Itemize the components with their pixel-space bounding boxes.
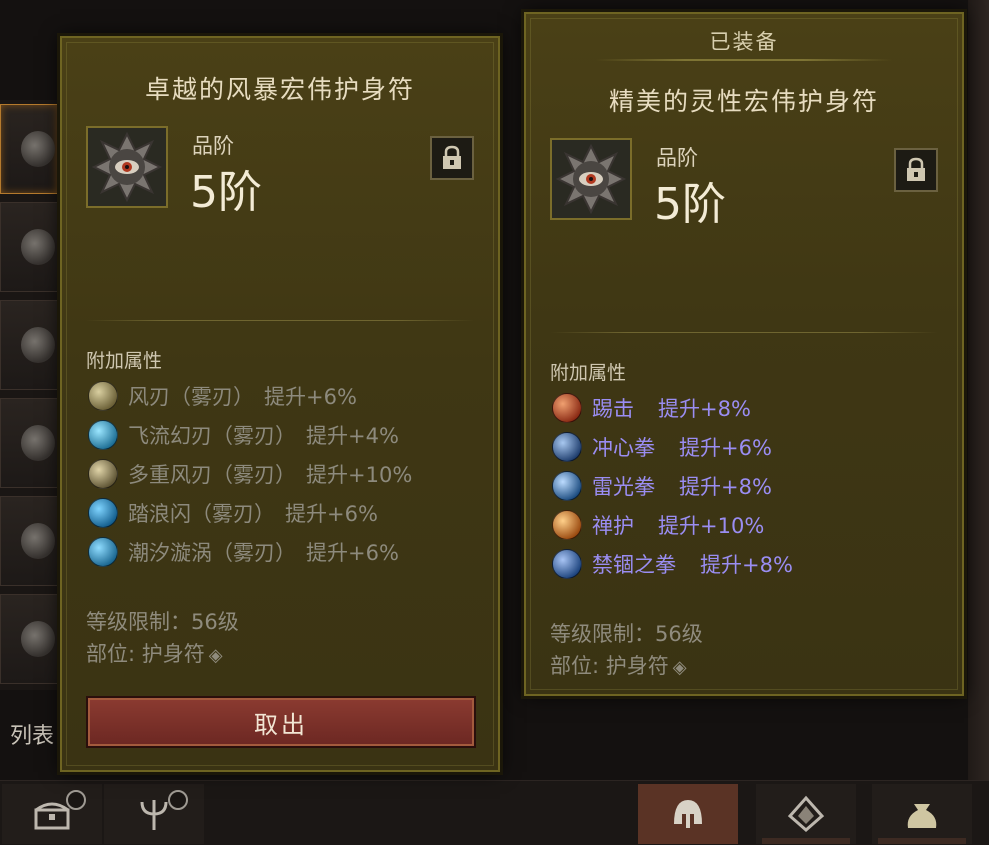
inventory-slot[interactable] bbox=[0, 202, 58, 292]
attribute-skill: 风刃（雾刃） bbox=[128, 384, 254, 409]
equipped-divider bbox=[596, 59, 892, 61]
item-tooltip-candidate: 卓越的风暴宏伟护身符 品阶 5阶 附加属性 风刃（雾刃） 提升+6% 飞流幻刃（雾… bbox=[60, 36, 500, 772]
item-thumbnail bbox=[21, 621, 55, 657]
attribute-row: 踢击 提升+8% bbox=[552, 388, 793, 427]
tab-helmet[interactable] bbox=[638, 784, 738, 844]
list-label: 列表 bbox=[10, 724, 55, 749]
wind-blade-icon bbox=[88, 380, 118, 411]
equipped-label: 已装备 bbox=[709, 30, 779, 54]
attribute-boost: 提升+8% bbox=[679, 474, 772, 499]
lock-icon bbox=[907, 157, 925, 181]
multi-wind-blade-icon bbox=[88, 458, 118, 489]
attribute-boost: 提升+4% bbox=[306, 423, 399, 448]
item-title: 卓越的风暴宏伟护身符 bbox=[144, 75, 415, 104]
attribute-row: 冲心拳 提升+6% bbox=[552, 427, 793, 466]
right-edge-frame bbox=[968, 0, 989, 844]
tab-trident[interactable] bbox=[104, 784, 204, 844]
tab-gem[interactable] bbox=[756, 784, 856, 844]
attribute-row: 禅护 提升+10% bbox=[552, 505, 793, 544]
attribute-skill: 潮汐漩涡（雾刃） bbox=[128, 540, 296, 565]
amulet-slot-icon: ◈ bbox=[208, 645, 223, 666]
attribute-boost: 提升+6% bbox=[264, 384, 357, 409]
attribute-skill: 多重风刃（雾刃） bbox=[128, 462, 296, 487]
inventory-slot[interactable] bbox=[0, 594, 58, 684]
amulet-icon bbox=[556, 144, 626, 214]
attribute-skill: 飞流幻刃（雾刃） bbox=[128, 423, 296, 448]
item-title: 精美的灵性宏伟护身符 bbox=[608, 87, 879, 116]
attribute-skill: 禁锢之拳 bbox=[592, 552, 676, 577]
gem-icon bbox=[787, 795, 825, 832]
bag-icon bbox=[907, 804, 937, 828]
attribute-row: 多重风刃（雾刃） 提升+10% bbox=[88, 454, 412, 493]
attribute-boost: 提升+10% bbox=[658, 513, 765, 538]
amulet-item-icon bbox=[86, 126, 168, 208]
item-thumbnail bbox=[21, 327, 55, 363]
lock-button[interactable] bbox=[894, 148, 938, 192]
attribute-skill: 雷光拳 bbox=[592, 474, 655, 499]
amulet-slot-icon: ◈ bbox=[672, 657, 687, 678]
attribute-row: 禁锢之拳 提升+8% bbox=[552, 544, 793, 583]
wave-dash-icon bbox=[88, 497, 118, 528]
attribute-skill: 踏浪闪（雾刃） bbox=[128, 501, 275, 526]
level-requirement: 等级限制：56级 bbox=[550, 622, 703, 646]
slot-text: 部位: 护身符 bbox=[86, 642, 205, 666]
attribute-boost: 提升+8% bbox=[700, 552, 793, 577]
amulet-item-icon bbox=[550, 138, 632, 220]
inventory-slot[interactable] bbox=[0, 300, 58, 390]
attribute-boost: 提升+6% bbox=[306, 540, 399, 565]
amulet-icon bbox=[92, 132, 162, 202]
attribute-boost: 提升+6% bbox=[679, 435, 772, 460]
tab-chest[interactable] bbox=[2, 784, 102, 844]
attribute-row: 飞流幻刃（雾刃） 提升+4% bbox=[88, 415, 412, 454]
attribute-row: 风刃（雾刃） 提升+6% bbox=[88, 376, 412, 415]
attribute-skill: 冲心拳 bbox=[592, 435, 655, 460]
attribute-boost: 提升+8% bbox=[658, 396, 751, 421]
slot-requirement: 部位: 护身符 ◈ bbox=[86, 638, 223, 668]
item-thumbnail bbox=[21, 523, 55, 559]
helmet-icon bbox=[674, 800, 702, 828]
tab-underline bbox=[878, 838, 966, 844]
tidal-vortex-icon bbox=[88, 536, 118, 567]
kick-icon bbox=[552, 392, 582, 423]
zen-guard-icon bbox=[552, 509, 582, 540]
attribute-boost: 提升+10% bbox=[306, 462, 413, 487]
attribute-row: 踏浪闪（雾刃） 提升+6% bbox=[88, 493, 412, 532]
grade-value: 5阶 bbox=[654, 179, 726, 230]
attribute-skill: 禅护 bbox=[592, 513, 634, 538]
grade-value: 5阶 bbox=[190, 167, 262, 218]
slot-requirement: 部位: 护身符 ◈ bbox=[550, 650, 687, 680]
extra-attributes-heading: 附加属性 bbox=[86, 350, 163, 372]
divider bbox=[550, 332, 938, 333]
extra-attributes-heading: 附加属性 bbox=[550, 362, 627, 384]
timer-badge-icon bbox=[168, 790, 188, 810]
tab-bag[interactable] bbox=[872, 784, 972, 844]
take-out-button[interactable]: 取出 bbox=[88, 698, 474, 746]
amulet-thumbnail bbox=[21, 131, 55, 167]
inventory-slot[interactable] bbox=[0, 398, 58, 488]
slot-text: 部位: 护身符 bbox=[550, 654, 669, 678]
binding-fist-icon bbox=[552, 548, 582, 579]
item-thumbnail bbox=[21, 425, 55, 461]
item-tooltip-equipped: 已装备 精美的灵性宏伟护身符 品阶 5阶 附加属性 踢击 提升+8% 冲心拳 提升+… bbox=[524, 12, 964, 696]
flying-blade-icon bbox=[88, 419, 118, 450]
divider bbox=[86, 320, 474, 321]
attribute-list: 踢击 提升+8% 冲心拳 提升+6% 雷光拳 提升+8% 禅护 提升+10% 禁锢之拳提… bbox=[552, 388, 793, 583]
inventory-slot[interactable] bbox=[0, 104, 58, 194]
inventory-slot[interactable] bbox=[0, 496, 58, 586]
tab-underline bbox=[762, 838, 850, 844]
heart-punch-icon bbox=[552, 431, 582, 462]
lock-icon bbox=[443, 145, 461, 169]
attribute-list: 风刃（雾刃） 提升+6% 飞流幻刃（雾刃） 提升+4% 多重风刃（雾刃） 提升+10%… bbox=[88, 376, 412, 571]
item-thumbnail bbox=[21, 229, 55, 265]
lock-button[interactable] bbox=[430, 136, 474, 180]
thunder-punch-icon bbox=[552, 470, 582, 501]
attribute-boost: 提升+6% bbox=[285, 501, 378, 526]
attribute-skill: 踢击 bbox=[592, 396, 634, 421]
timer-badge-icon bbox=[66, 790, 86, 810]
attribute-row: 雷光拳 提升+8% bbox=[552, 466, 793, 505]
attribute-row: 潮汐漩涡（雾刃） 提升+6% bbox=[88, 532, 412, 571]
level-requirement: 等级限制：56级 bbox=[86, 610, 239, 634]
